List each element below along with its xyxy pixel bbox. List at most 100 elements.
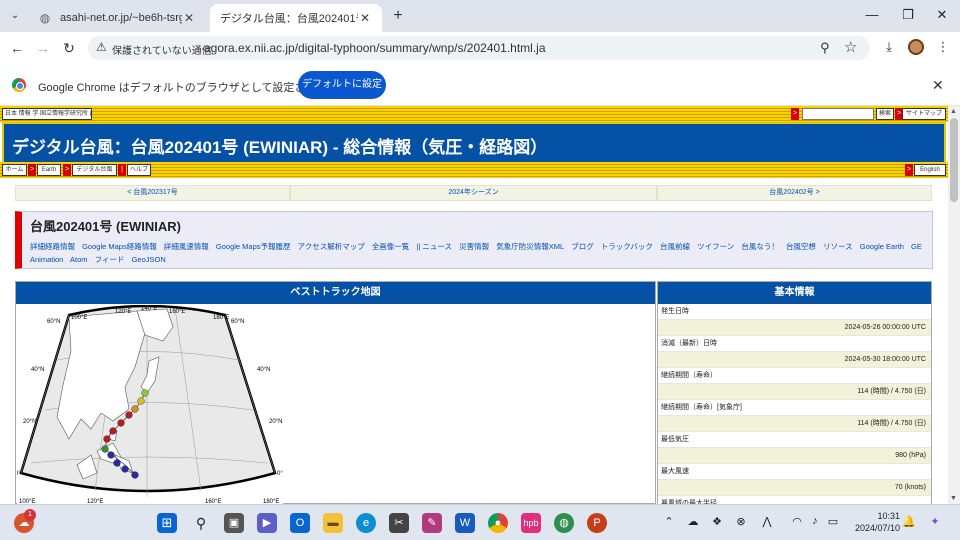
nav-home[interactable]: ホーム bbox=[2, 164, 27, 176]
app-tray-icon[interactable]: ⋀ bbox=[760, 515, 774, 528]
bookmark-star-icon[interactable]: ☆ bbox=[844, 38, 857, 56]
maps-icon[interactable]: ◍ bbox=[554, 513, 574, 533]
bell-icon[interactable]: 🔔 bbox=[902, 515, 916, 528]
link-typhoon-front[interactable]: 台風前線 bbox=[660, 242, 690, 251]
app-icon[interactable]: ✂ bbox=[389, 513, 409, 533]
map-svg: 60°N 40°N 20°N 0° 60°N 40°N 20°N 0° 100°E 120°E 14… bbox=[15, 304, 283, 504]
prev-typhoon-link[interactable]: < 台風202317号 bbox=[15, 185, 290, 201]
reload-icon[interactable]: ↻ bbox=[60, 39, 78, 57]
close-icon[interactable]: ✕ bbox=[182, 11, 196, 25]
nav-help[interactable]: ヘルプ bbox=[127, 164, 151, 176]
scroll-up-icon[interactable]: ▲ bbox=[950, 108, 957, 115]
link-atom[interactable]: Atom bbox=[70, 255, 88, 264]
link-news[interactable]: || ニュース bbox=[416, 242, 452, 251]
track-point bbox=[121, 465, 129, 473]
link-google-maps-track[interactable]: Google Maps経路情報 bbox=[82, 242, 157, 251]
track-point bbox=[101, 445, 109, 453]
next-typhoon-link[interactable]: 台風202402号 > bbox=[657, 185, 932, 201]
back-icon[interactable]: ← bbox=[8, 39, 26, 57]
set-default-button[interactable]: デフォルトに設定 bbox=[298, 71, 386, 99]
download-icon[interactable]: ⤓ bbox=[880, 39, 898, 55]
org-name[interactable]: 日本 情報 学 国立情報学研究所 (NII) bbox=[2, 108, 92, 120]
infobar-close-icon[interactable]: ✕ bbox=[932, 77, 944, 94]
snipping-icon[interactable]: ✎ bbox=[422, 513, 442, 533]
tab-asahi[interactable]: ◍ asahi-net.or.jp/~be6h-tsrg/ ✕ bbox=[28, 4, 206, 32]
lat-label: 60°N bbox=[231, 319, 244, 325]
link-blog[interactable]: ブログ bbox=[571, 242, 594, 251]
sitemap-button[interactable]: サイトマップ bbox=[902, 108, 946, 120]
scroll-down-icon[interactable]: ▼ bbox=[950, 495, 957, 502]
security-label[interactable]: 保護されていない通信 bbox=[112, 42, 212, 57]
info-label: 継続期間（寿命）[気象庁] bbox=[658, 400, 931, 416]
close-circle-icon[interactable]: ⊗ bbox=[734, 515, 748, 528]
edge-icon[interactable]: e bbox=[356, 513, 376, 533]
browser-toolbar: ← → ↻ ⚠ 保護されていない通信 agora.ex.nii.ac.jp/di… bbox=[0, 32, 960, 64]
profile-avatar[interactable] bbox=[908, 39, 924, 55]
link-jma-xml[interactable]: 気象庁防災情報XML bbox=[496, 242, 564, 251]
nav-earth[interactable]: Earth bbox=[37, 164, 61, 176]
search-input[interactable] bbox=[802, 108, 874, 120]
best-track-map[interactable]: 60°N 40°N 20°N 0° 60°N 40°N 20°N 0° 100°E 120°E 14… bbox=[15, 304, 283, 504]
file-explorer-icon[interactable]: ▬ bbox=[323, 513, 343, 533]
battery-icon[interactable]: ▭ bbox=[826, 515, 840, 528]
address-bar[interactable]: ⚠ 保護されていない通信 agora.ex.nii.ac.jp/digital-… bbox=[88, 36, 870, 60]
nav-digital-typhoon[interactable]: デジタル台風 bbox=[72, 164, 117, 176]
restore-icon[interactable]: ❐ bbox=[900, 7, 916, 23]
lat-label: 20°N bbox=[23, 419, 36, 425]
new-tab-icon[interactable]: + bbox=[390, 7, 406, 25]
warning-icon[interactable]: ⚠ bbox=[96, 40, 107, 54]
season-link[interactable]: 2024年シーズン bbox=[290, 185, 657, 201]
cloud-icon[interactable]: ☁ bbox=[686, 515, 700, 528]
dropbox-icon[interactable]: ❖ bbox=[710, 515, 724, 528]
info-label: 暴風域の最大半径 bbox=[658, 496, 931, 504]
minimize-icon[interactable]: — bbox=[864, 7, 880, 23]
page-scrollbar[interactable]: ▲ ▼ bbox=[948, 106, 960, 504]
hpb-icon[interactable]: hpb bbox=[521, 513, 541, 533]
link-google-maps-forecast[interactable]: Google Maps予報履歴 bbox=[216, 242, 291, 251]
link-trackback[interactable]: トラックバック bbox=[601, 242, 653, 251]
outlook-icon[interactable]: O bbox=[290, 513, 310, 533]
notification-badge: 1 bbox=[24, 509, 36, 521]
link-all-images[interactable]: 全画像一覧 bbox=[372, 242, 410, 251]
chrome-icon[interactable]: ● bbox=[488, 513, 508, 533]
info-value: 114 (時間) / 4.750 (日) bbox=[658, 416, 931, 432]
forward-icon[interactable]: → bbox=[34, 39, 52, 57]
tab-search-icon[interactable]: ⌄ bbox=[6, 7, 24, 25]
zoom-icon[interactable]: ⚲ bbox=[820, 40, 830, 56]
task-view-icon[interactable]: ▣ bbox=[224, 513, 244, 533]
storm-name: 台風202401号 (EWINIAR) bbox=[30, 219, 181, 234]
powerpoint-icon[interactable]: P bbox=[587, 513, 607, 533]
link-feed[interactable]: フィード bbox=[95, 255, 125, 264]
url-text[interactable]: agora.ex.nii.ac.jp/digital-typhoon/summa… bbox=[204, 41, 546, 55]
clock[interactable]: 10:31 2024/07/10 bbox=[850, 510, 900, 534]
link-access-map[interactable]: アクセス解析マップ bbox=[298, 242, 365, 251]
link-detailed-track[interactable]: 詳細経路情報 bbox=[30, 242, 75, 251]
link-geojson[interactable]: GeoJSON bbox=[132, 255, 166, 264]
english-link[interactable]: English bbox=[914, 164, 946, 176]
link-google-earth[interactable]: Google Earth bbox=[860, 242, 904, 251]
wifi-icon[interactable]: ◠ bbox=[790, 515, 804, 528]
tab-digital-typhoon[interactable]: デジタル台風：台風202401号 (EW ✕ bbox=[210, 4, 382, 32]
word-icon[interactable]: W bbox=[455, 513, 475, 533]
link-typhoon-now[interactable]: 台風なう！ bbox=[741, 242, 779, 251]
close-icon[interactable]: ✕ bbox=[358, 11, 372, 25]
link-detailed-wind[interactable]: 詳細風速情報 bbox=[164, 242, 209, 251]
link-disaster-info[interactable]: 災害情報 bbox=[459, 242, 489, 251]
lat-label: 60°N bbox=[47, 319, 60, 325]
link-typhoon-fantasy[interactable]: 台風空想 bbox=[786, 242, 816, 251]
info-label: 発生日時 bbox=[658, 304, 931, 320]
volume-icon[interactable]: ♪ bbox=[808, 515, 822, 527]
lon-label: 140°E bbox=[141, 306, 157, 312]
menu-icon[interactable]: ⋮ bbox=[934, 39, 952, 55]
scroll-thumb[interactable] bbox=[950, 118, 958, 202]
window-close-icon[interactable]: ✕ bbox=[934, 7, 950, 23]
search-icon[interactable]: ⚲ bbox=[191, 513, 211, 533]
arrow-icon: > bbox=[791, 108, 799, 120]
copilot-icon[interactable]: ✦ bbox=[928, 515, 942, 528]
link-resources[interactable]: リソース bbox=[823, 242, 853, 251]
start-icon[interactable]: ⊞ bbox=[157, 513, 177, 533]
meet-icon[interactable]: ▶ bbox=[257, 513, 277, 533]
link-twifoon[interactable]: ツイフーン bbox=[697, 242, 734, 251]
tray-chevron-icon[interactable]: ⌃ bbox=[662, 515, 676, 528]
search-button[interactable]: 検索 bbox=[876, 108, 894, 120]
